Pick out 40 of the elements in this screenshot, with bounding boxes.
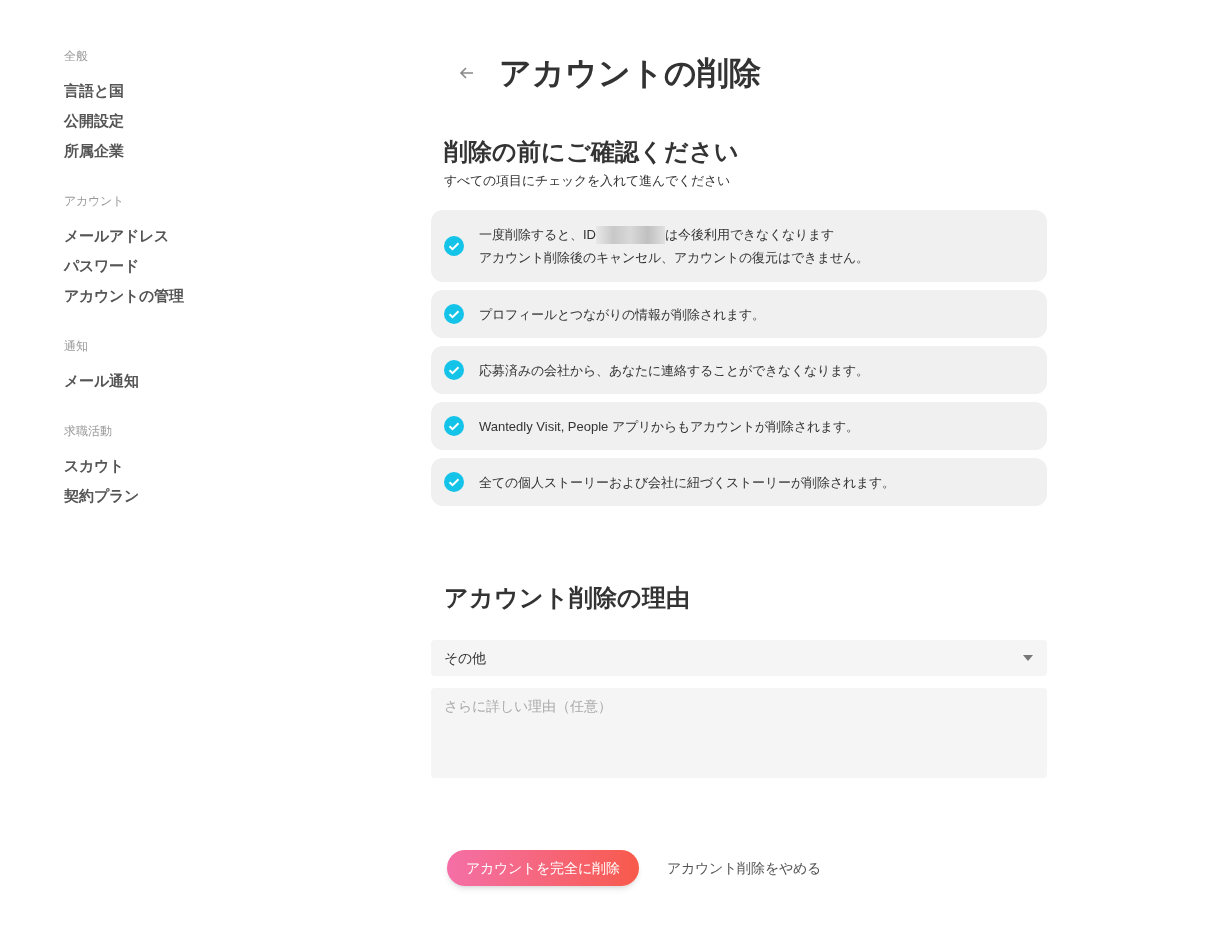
sidebar-item[interactable]: 所属企業 bbox=[64, 140, 124, 162]
sidebar-item[interactable]: 契約プラン bbox=[64, 485, 139, 507]
section-heading: 削除の前にご確認ください bbox=[444, 137, 740, 167]
sidebar-item[interactable]: 公開設定 bbox=[64, 110, 124, 132]
dropdown-caret-icon bbox=[1022, 654, 1034, 662]
checkbox-checked-icon[interactable] bbox=[444, 304, 464, 324]
checklist-item[interactable]: プロフィールとつながりの情報が削除されます。 bbox=[431, 290, 1047, 338]
item-text: 一度削除すると、ID bbox=[479, 226, 596, 244]
checkbox-checked-icon[interactable] bbox=[444, 236, 464, 256]
item-text: 全ての個人ストーリーおよび会社に紐づくストーリーが削除されます。 bbox=[479, 473, 895, 492]
reason-select[interactable]: その他 bbox=[431, 640, 1047, 676]
sidebar-item[interactable]: スカウト bbox=[64, 455, 124, 477]
redacted-id bbox=[596, 225, 665, 244]
back-arrow-icon[interactable] bbox=[459, 65, 475, 81]
sidebar-item[interactable]: パスワード bbox=[64, 255, 139, 277]
checkbox-checked-icon[interactable] bbox=[444, 360, 464, 380]
sidebar-item[interactable]: アカウントの管理 bbox=[64, 285, 184, 307]
item-text: アカウント削除後のキャンセル、アカウントの復元はできません。 bbox=[479, 249, 869, 267]
item-text: は今後利用できなくなります bbox=[665, 226, 834, 244]
item-text: プロフィールとつながりの情報が削除されます。 bbox=[479, 305, 765, 324]
sidebar-heading: 全般 bbox=[64, 48, 89, 65]
page-title: アカウントの削除 bbox=[499, 54, 761, 93]
checklist-item[interactable]: 一度削除すると、ID は今後利用できなくなります アカウント削除後のキャンセル、アカウントの復元はできません。 bbox=[431, 210, 1047, 282]
checkbox-checked-icon[interactable] bbox=[444, 416, 464, 436]
checkbox-checked-icon[interactable] bbox=[444, 472, 464, 492]
sidebar-heading: アカウント bbox=[64, 193, 125, 210]
details-field[interactable]: さらに詳しい理由（任意） bbox=[431, 688, 1047, 778]
sidebar-heading: 通知 bbox=[64, 338, 89, 355]
instruction-text: すべての項目にチェックを入れて進んでください bbox=[444, 172, 731, 190]
checklist-item[interactable]: Wantedly Visit, People アプリからもアカウントが削除されます。 bbox=[431, 402, 1047, 450]
checklist-item[interactable]: 全ての個人ストーリーおよび会社に紐づくストーリーが削除されます。 bbox=[431, 458, 1047, 506]
sidebar-item[interactable]: 言語と国 bbox=[64, 80, 124, 102]
checklist-item[interactable]: 応募済みの会社から、あなたに連絡することができなくなります。 bbox=[431, 346, 1047, 394]
item-text: 応募済みの会社から、あなたに連絡することができなくなります。 bbox=[479, 361, 869, 380]
sidebar-item[interactable]: メールアドレス bbox=[64, 225, 169, 247]
item-text: Wantedly Visit, People アプリからもアカウントが削除されます。 bbox=[479, 417, 859, 436]
section-heading: アカウント削除の理由 bbox=[444, 583, 691, 613]
cancel-deletion-link[interactable]: アカウント削除をやめる bbox=[667, 857, 821, 879]
sidebar-heading: 求職活動 bbox=[64, 423, 113, 440]
sidebar-item[interactable]: メール通知 bbox=[64, 370, 139, 392]
